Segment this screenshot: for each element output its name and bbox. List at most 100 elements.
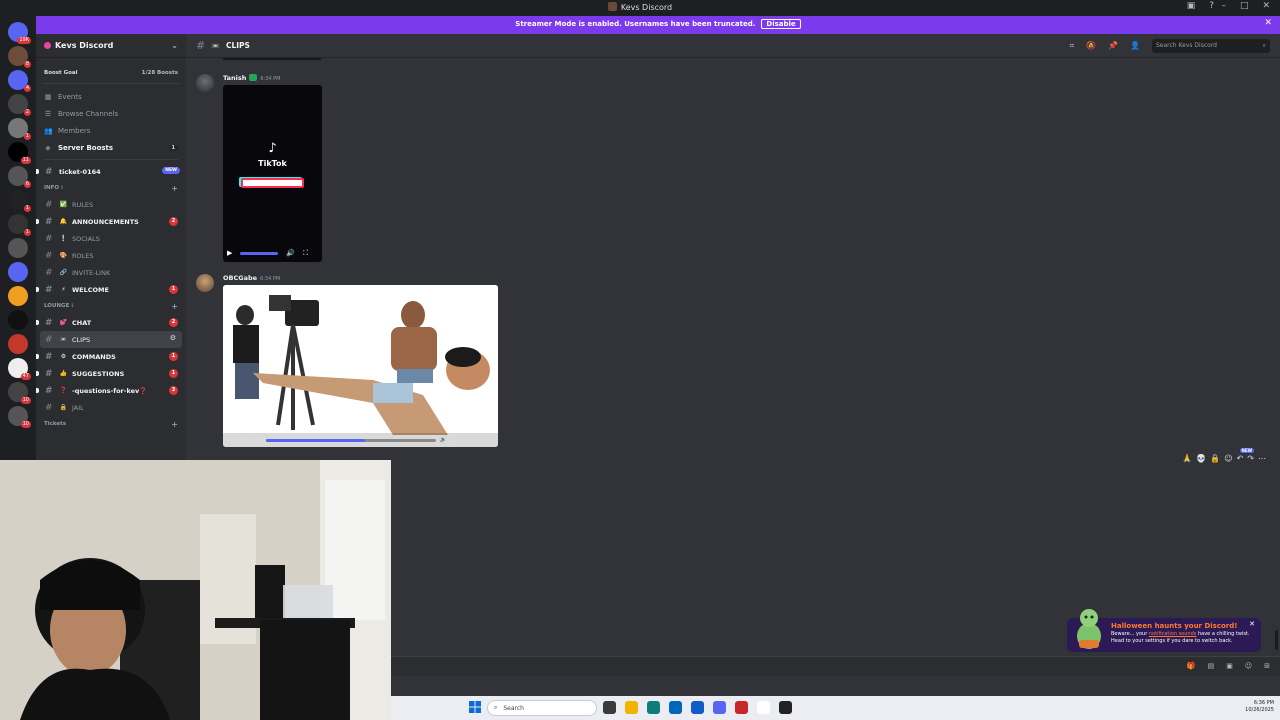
server-icon[interactable]: 10: [8, 382, 31, 404]
nav-events[interactable]: ▦ Events: [36, 88, 186, 105]
media-player-icon[interactable]: [779, 701, 792, 714]
video-progress[interactable]: [266, 438, 437, 442]
gift-icon[interactable]: 🎁: [1187, 662, 1196, 670]
taskbar-search[interactable]: ⌕ Search: [487, 700, 597, 716]
video-progress[interactable]: [240, 251, 279, 255]
add-reaction-icon[interactable]: ☺: [1224, 454, 1232, 463]
channel-item[interactable]: # 🔒 JAIL: [36, 399, 186, 416]
server-icon[interactable]: 19K: [8, 22, 31, 44]
close-button[interactable]: ✕: [1262, 1, 1270, 11]
boost-goal[interactable]: Boost Goal 1/28 Boosts: [42, 62, 180, 84]
server-icon[interactable]: 2: [8, 94, 31, 116]
message-author[interactable]: OBCGabe: [223, 274, 257, 282]
fullscreen-icon[interactable]: ⛶: [303, 249, 308, 258]
server-icon[interactable]: 4: [8, 70, 31, 92]
inbox-icon[interactable]: ▣: [1187, 1, 1196, 11]
avatar[interactable]: [196, 74, 214, 92]
channel-item[interactable]: # 👍 SUGGESTIONS 1: [36, 365, 186, 382]
server-header[interactable]: Kevs Discord ⌄: [36, 34, 186, 58]
channel-item[interactable]: # 🔗 INVITE-LINK: [36, 264, 186, 281]
threads-icon[interactable]: ⌗: [1070, 41, 1075, 51]
server-icon[interactable]: 11: [8, 142, 31, 164]
channel-item[interactable]: # ⚡ WELCOME 1: [36, 281, 186, 298]
volume-icon[interactable]: 🔊: [286, 249, 295, 257]
play-icon[interactable]: ▶: [227, 437, 231, 443]
server-icon[interactable]: 47: [8, 358, 31, 380]
skull-reaction-icon[interactable]: 💀: [1196, 454, 1206, 463]
volume-icon[interactable]: 🔊: [440, 437, 446, 443]
taskbar-clock[interactable]: 6:36 PM 10/26/2025: [1245, 700, 1274, 714]
maximize-button[interactable]: □: [1240, 1, 1249, 11]
server-icon[interactable]: 10: [8, 406, 31, 428]
channel-item[interactable]: # ❓ -questions-for-kev❓ 3: [36, 382, 186, 399]
chevron-down-icon[interactable]: ⌄: [171, 41, 178, 50]
server-icon[interactable]: 1: [8, 190, 31, 212]
reply-icon[interactable]: ↶: [1237, 454, 1244, 463]
channel-item[interactable]: # 📼 CLIPS ⚙: [40, 331, 182, 348]
member-list-icon[interactable]: 👤: [1130, 41, 1140, 50]
channel-ticket[interactable]: # ticket-0164 NEW: [36, 163, 186, 180]
sticker-icon[interactable]: ▣: [1226, 662, 1233, 670]
pinned-icon[interactable]: 📌: [1108, 41, 1118, 50]
task-view-icon[interactable]: [603, 701, 616, 714]
server-icon[interactable]: [8, 286, 28, 306]
server-icon[interactable]: 1: [8, 214, 31, 236]
channel-settings-icon[interactable]: ⚙: [170, 334, 176, 342]
file-explorer-icon[interactable]: [625, 701, 638, 714]
search-input[interactable]: Search Kevs Discord ⌕: [1152, 38, 1270, 53]
server-icon[interactable]: [8, 262, 28, 282]
edge-icon[interactable]: [647, 701, 660, 714]
store-icon[interactable]: [669, 701, 682, 714]
lock-reaction-icon[interactable]: 🔒: [1210, 454, 1220, 463]
discord-taskbar-icon[interactable]: [713, 701, 726, 714]
nav-browse-channels[interactable]: ☰ Browse Channels: [36, 105, 186, 122]
disable-streamer-mode-button[interactable]: Disable: [761, 19, 801, 29]
notifications-icon[interactable]: 🔕: [1086, 41, 1096, 50]
close-banner-icon[interactable]: ✕: [1264, 18, 1272, 28]
avatar[interactable]: [196, 274, 214, 292]
more-icon[interactable]: ⋯: [1258, 454, 1266, 463]
app-icon[interactable]: [757, 701, 770, 714]
video-embed[interactable]: ▶ 0:03 / 0:07 🔊 ⛶: [223, 285, 498, 447]
scrollbar[interactable]: [1275, 630, 1278, 650]
category-tickets[interactable]: Tickets +: [36, 416, 186, 432]
message-author[interactable]: Tanish: [223, 74, 246, 82]
server-icon[interactable]: [8, 310, 28, 330]
play-icon[interactable]: ▶: [227, 249, 232, 257]
nav-members[interactable]: 👥 Members: [36, 122, 186, 139]
gif-icon[interactable]: ▤: [1208, 662, 1215, 670]
add-channel-icon[interactable]: +: [171, 420, 178, 429]
emoji-icon[interactable]: ☺: [1245, 662, 1252, 670]
fullscreen-icon[interactable]: ⛶: [450, 437, 454, 443]
tiktok-video-embed[interactable]: ♪ TikTok ▶ 🔊 ⛶: [223, 85, 322, 262]
outlook-icon[interactable]: [691, 701, 704, 714]
channel-item[interactable]: # ✅ RULES: [36, 196, 186, 213]
close-toast-icon[interactable]: ✕: [1249, 620, 1255, 628]
category-header[interactable]: LOUNGE ⁞ +: [36, 298, 186, 314]
add-channel-icon[interactable]: +: [171, 302, 178, 311]
server-icon[interactable]: 8: [8, 46, 31, 68]
server-icon[interactable]: [8, 334, 28, 354]
app-icon[interactable]: [735, 701, 748, 714]
apps-icon[interactable]: ⊞: [1264, 662, 1270, 670]
server-icon[interactable]: 6: [8, 166, 31, 188]
channel-item[interactable]: # 🎨 ROLES: [36, 247, 186, 264]
category-header[interactable]: INFO ⁞ +: [36, 180, 186, 196]
halloween-toast[interactable]: Halloween haunts your Discord! Beware...…: [1067, 609, 1261, 652]
server-icon[interactable]: [8, 238, 28, 258]
notification-sounds-link[interactable]: notification sounds: [1149, 631, 1197, 637]
channel-item[interactable]: # ❕ SOCIALS: [36, 230, 186, 247]
pray-reaction-icon[interactable]: 🙏: [1182, 454, 1192, 463]
minimize-button[interactable]: –: [1221, 1, 1226, 11]
windows-start-icon[interactable]: [469, 701, 481, 713]
channel-item[interactable]: # ⚙ COMMANDS 1: [36, 348, 186, 365]
previous-attachment-edge: [223, 58, 321, 60]
message-composer[interactable]: 🎁 ▤ ▣ ☺ ⊞: [391, 656, 1280, 676]
forward-icon[interactable]: ↷: [1247, 454, 1254, 463]
help-icon[interactable]: ?: [1209, 1, 1214, 11]
channel-item[interactable]: # 🔔 ANNOUNCEMENTS 2: [36, 213, 186, 230]
nav-server-boosts[interactable]: ◈ Server Boosts 1: [36, 139, 186, 156]
add-channel-icon[interactable]: +: [171, 184, 178, 193]
channel-item[interactable]: # 💕 CHAT 2: [36, 314, 186, 331]
server-icon[interactable]: 1: [8, 118, 31, 140]
